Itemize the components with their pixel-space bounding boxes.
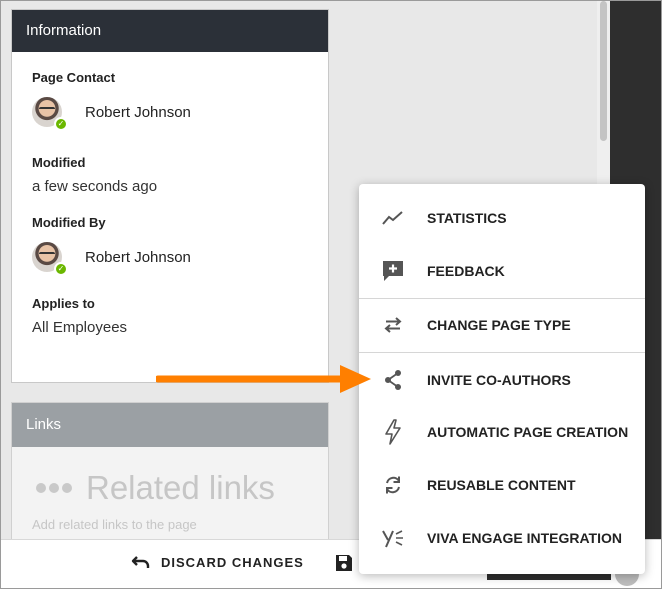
- menu-item-reusable-content[interactable]: REUSABLE CONTENT: [359, 465, 645, 505]
- modified-by-label: Modified By: [32, 215, 106, 230]
- page-options-menu: STATISTICS FEEDBACK CHANGE PAGE TYPE INV…: [359, 184, 645, 574]
- related-links-heading: Related links: [36, 469, 328, 507]
- undo-icon: [131, 556, 150, 568]
- menu-item-label: STATISTICS: [427, 210, 507, 226]
- menu-item-label: CHANGE PAGE TYPE: [427, 317, 571, 333]
- modified-by-name: Robert Johnson: [85, 248, 191, 266]
- refresh-icon: [386, 476, 400, 494]
- menu-item-change-page-type[interactable]: CHANGE PAGE TYPE: [359, 305, 645, 345]
- viva-engage-icon: [382, 530, 403, 548]
- lightning-icon: [385, 419, 401, 445]
- save-icon[interactable]: [334, 553, 354, 573]
- discard-changes-button[interactable]: DISCARD CHANGES: [131, 554, 304, 570]
- online-status-icon: ✓: [54, 262, 68, 276]
- feedback-plus-icon: [383, 261, 403, 281]
- avatar: ✓: [32, 242, 68, 276]
- menu-divider: [359, 352, 645, 353]
- online-status-icon: ✓: [54, 117, 68, 131]
- information-panel: Information Page Contact ✓ Robert Johnso…: [11, 9, 329, 383]
- menu-item-statistics[interactable]: STATISTICS: [359, 198, 645, 238]
- menu-item-feedback[interactable]: FEEDBACK: [359, 251, 645, 291]
- app-frame: Information Page Contact ✓ Robert Johnso…: [0, 0, 662, 589]
- menu-item-label: FEEDBACK: [427, 263, 505, 279]
- scrollbar-thumb[interactable]: [600, 1, 607, 141]
- discard-changes-label: DISCARD CHANGES: [161, 554, 304, 570]
- menu-item-invite-co-authors[interactable]: INVITE CO-AUTHORS: [359, 360, 645, 400]
- avatar: ✓: [32, 97, 68, 131]
- links-panel-title: Links: [12, 403, 328, 447]
- information-panel-title: Information: [12, 10, 328, 52]
- page-contact-person[interactable]: ✓ Robert Johnson: [32, 95, 308, 131]
- swap-arrows-icon: [384, 317, 402, 333]
- page-contact-name: Robert Johnson: [85, 103, 191, 121]
- applies-to-label: Applies to: [32, 296, 95, 311]
- page-contact-label: Page Contact: [32, 70, 116, 85]
- menu-item-label: INVITE CO-AUTHORS: [427, 372, 571, 388]
- applies-to-value: All Employees: [32, 319, 128, 336]
- modified-by-person[interactable]: ✓ Robert Johnson: [32, 240, 308, 276]
- related-links-title: Related links: [86, 469, 275, 506]
- links-panel: Links Related links Add related links to…: [11, 402, 329, 562]
- menu-item-label: REUSABLE CONTENT: [427, 477, 576, 493]
- menu-divider: [359, 298, 645, 299]
- related-links-hint: Add related links to the page: [32, 517, 197, 532]
- more-dots-icon: [36, 483, 72, 493]
- modified-value: a few seconds ago: [32, 178, 158, 195]
- menu-item-label: AUTOMATIC PAGE CREATION: [427, 424, 629, 440]
- menu-item-viva-engage-integration[interactable]: VIVA ENGAGE INTEGRATION: [359, 518, 645, 558]
- menu-item-automatic-page-creation[interactable]: AUTOMATIC PAGE CREATION: [359, 412, 645, 452]
- modified-label: Modified: [32, 155, 86, 170]
- annotation-arrow-icon: [156, 365, 371, 393]
- menu-item-label: VIVA ENGAGE INTEGRATION: [427, 530, 622, 546]
- trend-line-icon: [382, 211, 403, 225]
- share-icon: [385, 370, 401, 390]
